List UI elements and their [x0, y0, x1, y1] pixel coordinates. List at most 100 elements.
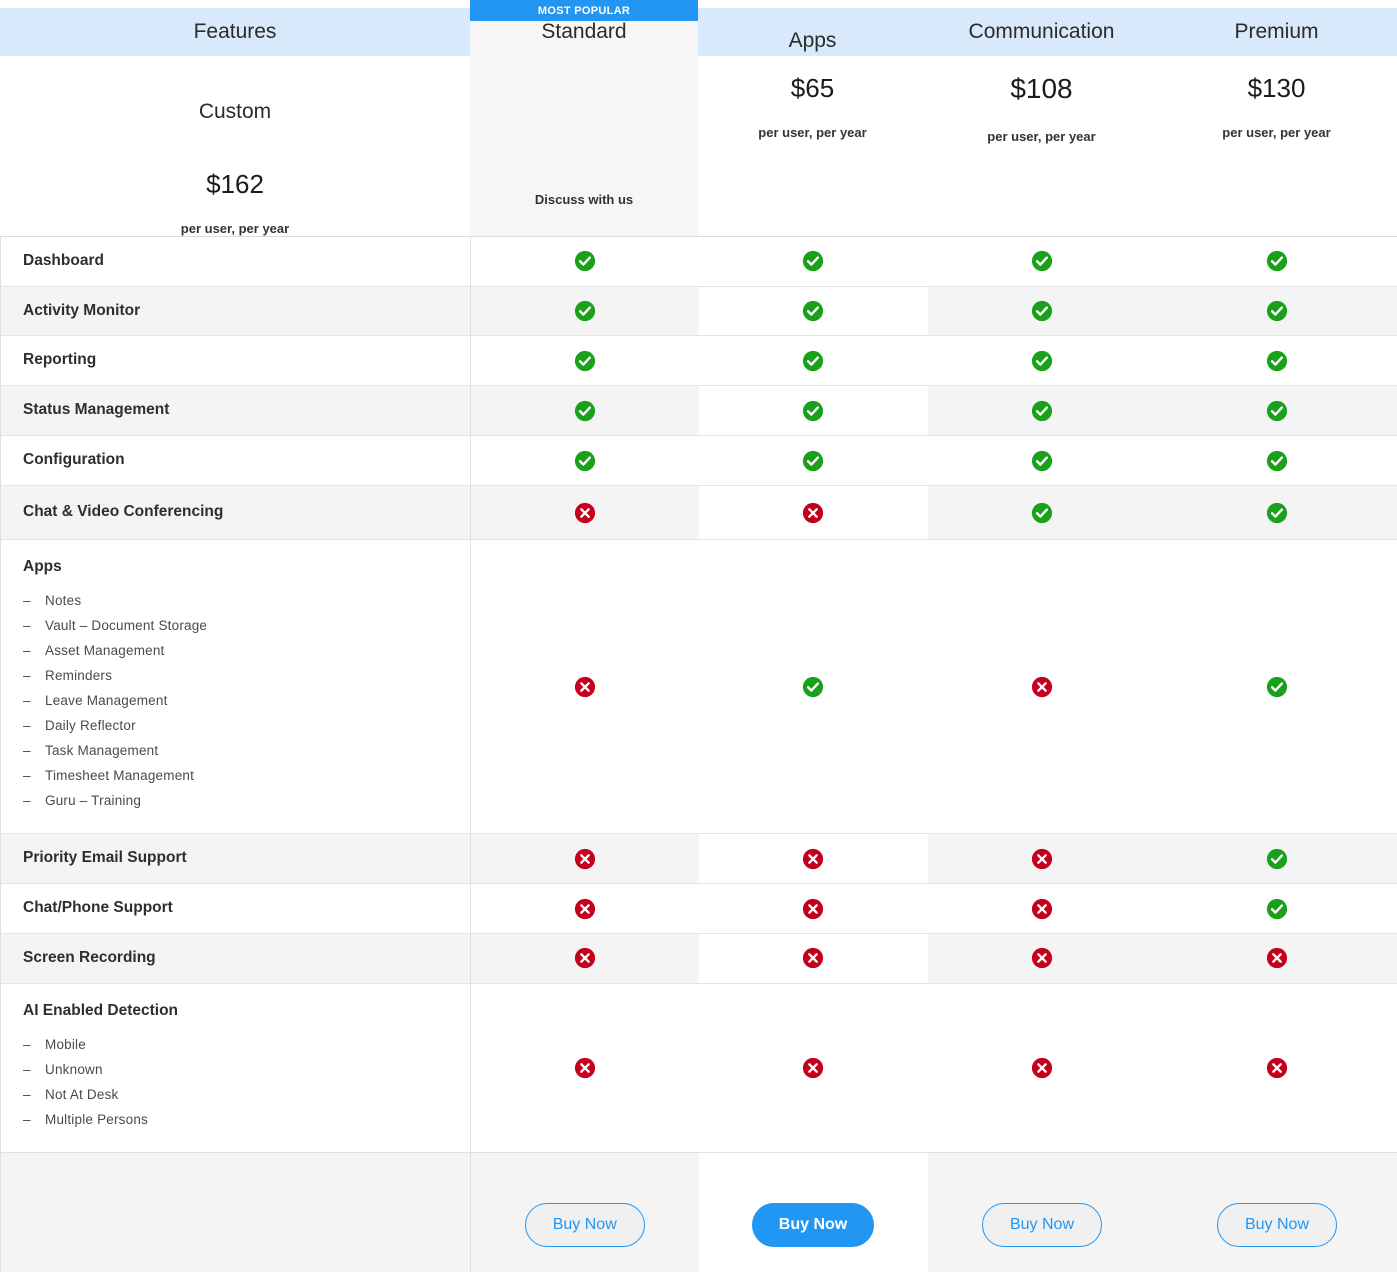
feature-availability-standard: [471, 436, 699, 486]
check-circle-icon: [1266, 400, 1288, 422]
buy-now-button-standard[interactable]: Buy Now: [525, 1203, 645, 1247]
column-header-apps-label: Apps: [789, 29, 837, 53]
feature-sub-item-label: Vault – Document Storage: [45, 618, 207, 633]
feature-name: Configuration: [23, 436, 470, 485]
feature-sub-item-label: Guru – Training: [45, 793, 141, 808]
feature-label-cell: Apps–Notes–Vault – Document Storage–Asse…: [1, 540, 471, 834]
feature-sub-item-label: Mobile: [45, 1037, 86, 1052]
cta-cell-standard: Buy Now: [471, 1152, 699, 1272]
feature-group: Apps–Notes–Vault – Document Storage–Asse…: [23, 540, 470, 833]
feature-sub-list: –Notes–Vault – Document Storage–Asset Ma…: [23, 588, 470, 813]
feature-rows-container: DashboardActivity MonitorReportingStatus…: [0, 236, 1397, 1272]
check-circle-icon: [802, 300, 824, 322]
feature-availability-premium: [1157, 933, 1397, 983]
cross-circle-icon: [1031, 947, 1053, 969]
check-circle-icon: [574, 350, 596, 372]
feature-name: Reporting: [23, 336, 470, 385]
feature-sub-item: –Unknown: [23, 1057, 283, 1082]
column-header-features: Features: [0, 0, 470, 64]
feature-availability-apps: [699, 436, 928, 486]
table-row: Reporting: [1, 336, 1397, 386]
feature-name: Chat & Video Conferencing: [23, 486, 470, 539]
feature-availability-standard: [471, 486, 699, 540]
price-note-premium: per user, per year: [181, 221, 289, 236]
feature-availability-apps: [699, 884, 928, 934]
dash-bullet-icon: –: [23, 763, 45, 788]
cta-spacer-cell: [1, 1152, 471, 1272]
feature-label-cell: Reporting: [1, 336, 471, 386]
cross-circle-icon: [1266, 1057, 1288, 1079]
feature-sub-item: –Timesheet Management: [23, 763, 283, 788]
cross-circle-icon: [574, 947, 596, 969]
table-row: Configuration: [1, 436, 1397, 486]
feature-availability-premium: [1157, 286, 1397, 336]
column-header-communication: Communication: [927, 0, 1156, 64]
dash-bullet-icon: –: [23, 613, 45, 638]
price-cell-apps: $108 per user, per year: [927, 64, 1156, 160]
feature-sub-item: –Vault – Document Storage: [23, 613, 283, 638]
feature-availability-standard: [471, 884, 699, 934]
feature-sub-item: –Guru – Training: [23, 788, 283, 813]
feature-availability-communication: [928, 983, 1157, 1152]
check-circle-icon: [1031, 250, 1053, 272]
feature-label-cell: Priority Email Support: [1, 834, 471, 884]
feature-sub-item: –Reminders: [23, 663, 283, 688]
feature-name: Status Management: [23, 386, 470, 435]
check-circle-icon: [1266, 898, 1288, 920]
feature-label-cell: Activity Monitor: [1, 286, 471, 336]
check-circle-icon: [1266, 676, 1288, 698]
price-cell-premium: $162 per user, per year: [0, 160, 470, 236]
cross-circle-icon: [1031, 1057, 1053, 1079]
feature-availability-standard: [471, 834, 699, 884]
feature-availability-premium: [1157, 983, 1397, 1152]
price-cell-features-spacer: [470, 64, 698, 160]
feature-availability-apps: [699, 386, 928, 436]
feature-availability-apps: [699, 933, 928, 983]
cross-circle-icon: [1031, 898, 1053, 920]
most-popular-badge: MOST POPULAR: [470, 0, 698, 21]
table-row: Chat & Video Conferencing: [1, 486, 1397, 540]
cross-circle-icon: [574, 848, 596, 870]
check-circle-icon: [1266, 250, 1288, 272]
feature-availability-premium: [1157, 884, 1397, 934]
table-row: Screen Recording: [1, 933, 1397, 983]
feature-availability-communication: [928, 286, 1157, 336]
buy-now-button-apps[interactable]: Buy Now: [752, 1203, 874, 1247]
buy-now-button-premium[interactable]: Buy Now: [1217, 1203, 1337, 1247]
cross-circle-icon: [802, 848, 824, 870]
check-circle-icon: [1266, 300, 1288, 322]
price-note-communication: per user, per year: [1222, 125, 1330, 140]
feature-sub-item: –Notes: [23, 588, 283, 613]
buy-now-button-communication[interactable]: Buy Now: [982, 1203, 1102, 1247]
feature-availability-premium: [1157, 486, 1397, 540]
feature-availability-communication: [928, 933, 1157, 983]
feature-comparison-grid: DashboardActivity MonitorReportingStatus…: [0, 236, 1397, 1272]
price-cell-custom: Discuss with us: [470, 160, 698, 236]
dash-bullet-icon: –: [23, 588, 45, 613]
dash-bullet-icon: –: [23, 788, 45, 813]
feature-availability-premium: [1157, 834, 1397, 884]
check-circle-icon: [1031, 400, 1053, 422]
dash-bullet-icon: –: [23, 638, 45, 663]
check-circle-icon: [574, 400, 596, 422]
dash-bullet-icon: –: [23, 713, 45, 738]
feature-availability-apps: [699, 834, 928, 884]
check-circle-icon: [1031, 300, 1053, 322]
check-circle-icon: [802, 676, 824, 698]
dash-bullet-icon: –: [23, 688, 45, 713]
feature-label-cell: Configuration: [1, 436, 471, 486]
dash-bullet-icon: –: [23, 663, 45, 688]
price-note-standard: per user, per year: [758, 125, 866, 140]
feature-label-cell: Chat/Phone Support: [1, 884, 471, 934]
feature-availability-apps: [699, 983, 928, 1152]
cta-row: Buy NowBuy NowBuy NowBuy NowContact us: [1, 1152, 1397, 1272]
pricing-comparison-table: MOST POPULAR Features Standard Apps Comm…: [0, 0, 1397, 1272]
feature-label-cell: Screen Recording: [1, 933, 471, 983]
cross-circle-icon: [1031, 848, 1053, 870]
feature-group: AI Enabled Detection–Mobile–Unknown–Not …: [23, 984, 470, 1152]
feature-availability-communication: [928, 540, 1157, 834]
feature-sub-item-label: Asset Management: [45, 643, 165, 658]
check-circle-icon: [574, 450, 596, 472]
feature-availability-standard: [471, 286, 699, 336]
dash-bullet-icon: –: [23, 738, 45, 763]
